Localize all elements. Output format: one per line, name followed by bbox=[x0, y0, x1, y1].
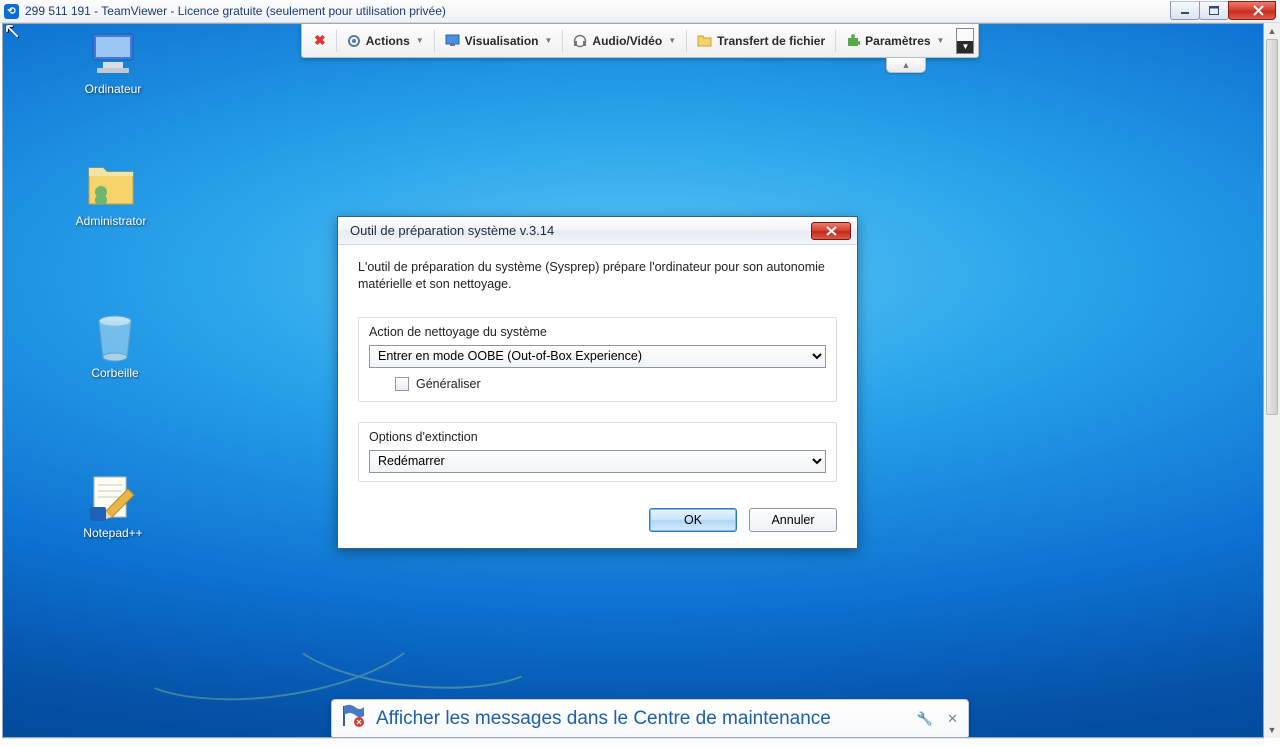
action-center-notification[interactable]: Afficher les messages dans le Centre de … bbox=[331, 699, 969, 738]
group-cleanup-action: Action de nettoyage du système Entrer en… bbox=[358, 317, 837, 402]
window-title: 299 511 191 - TeamViewer - Licence gratu… bbox=[25, 4, 446, 18]
cursor-icon: ↖ bbox=[3, 23, 21, 44]
generalize-checkbox[interactable] bbox=[395, 377, 409, 391]
group-cleanup-legend: Action de nettoyage du système bbox=[365, 325, 551, 339]
desktop-icon-label: Corbeille bbox=[65, 366, 165, 380]
recycle-bin-icon bbox=[89, 314, 141, 362]
outer-vertical-scrollbar[interactable]: ▲ ▼ bbox=[1264, 23, 1280, 738]
teamviewer-icon: ⟲ bbox=[4, 4, 19, 19]
toolbar-actions-label: Actions bbox=[366, 34, 410, 48]
shutdown-options-select[interactable]: Redémarrer bbox=[369, 450, 826, 473]
desktop-icon-corbeille[interactable]: Corbeille bbox=[65, 314, 165, 380]
toolbar-transfert[interactable]: Transfert de fichier bbox=[689, 30, 833, 52]
puzzle-icon bbox=[846, 34, 860, 48]
cancel-button[interactable]: Annuler bbox=[749, 508, 837, 532]
desktop-icon-notepadpp[interactable]: Notepad++ bbox=[63, 474, 163, 540]
wrench-icon[interactable]: 🔧 bbox=[915, 709, 935, 729]
scroll-thumb[interactable] bbox=[1266, 39, 1278, 415]
desktop-icon-label: Ordinateur bbox=[63, 82, 163, 96]
folder-icon bbox=[697, 34, 712, 47]
toolbar-transfert-label: Transfert de fichier bbox=[717, 34, 825, 48]
teamviewer-toolbar: ✖ Actions ▼ Visualisation ▼ Audio/Vidéo ▼ T… bbox=[301, 24, 979, 58]
session-close-button[interactable]: ✖ bbox=[306, 28, 334, 53]
headset-icon bbox=[573, 34, 587, 48]
maximize-button[interactable] bbox=[1199, 1, 1229, 20]
dialog-titlebar: Outil de préparation système v.3.14 bbox=[338, 217, 857, 245]
toolbar-audio-video-label: Audio/Vidéo bbox=[592, 34, 662, 48]
group-shutdown-options: Options d'extinction Redémarrer bbox=[358, 422, 837, 482]
desktop-icon-ordinateur[interactable]: Ordinateur bbox=[63, 30, 163, 96]
toolbar-more-button[interactable]: ▼ bbox=[956, 28, 974, 54]
generalize-label: Généraliser bbox=[416, 377, 481, 391]
desktop-icon-administrator[interactable]: Administrator bbox=[61, 162, 161, 228]
chevron-down-icon: ▼ bbox=[416, 36, 424, 45]
dialog-close-button[interactable] bbox=[811, 222, 851, 240]
outer-bottom-bar bbox=[2, 738, 1264, 747]
notification-message: Afficher les messages dans le Centre de … bbox=[376, 708, 905, 730]
monitor-icon bbox=[445, 34, 460, 47]
flag-icon bbox=[340, 703, 366, 735]
notepadpp-icon bbox=[87, 474, 139, 522]
ok-button[interactable]: OK bbox=[649, 508, 737, 532]
sysprep-dialog: Outil de préparation système v.3.14 L'ou… bbox=[337, 216, 858, 549]
toolbar-parametres[interactable]: Paramètres ▼ bbox=[838, 30, 952, 52]
group-shutdown-legend: Options d'extinction bbox=[365, 430, 482, 444]
close-button[interactable] bbox=[1228, 1, 1276, 20]
remote-desktop-viewport: ↖ Ordinateur Administrator Corbeille Not… bbox=[2, 23, 1264, 738]
window-controls bbox=[1171, 1, 1276, 20]
toolbar-parametres-label: Paramètres bbox=[865, 34, 930, 48]
toolbar-collapse-handle[interactable]: ▲ bbox=[886, 58, 926, 73]
scroll-down-arrow[interactable]: ▼ bbox=[1264, 722, 1280, 738]
scroll-up-arrow[interactable]: ▲ bbox=[1264, 23, 1280, 39]
minimize-button[interactable] bbox=[1170, 1, 1200, 20]
dialog-description: L'outil de préparation du système (Syspr… bbox=[358, 259, 837, 293]
chevron-down-icon: ▼ bbox=[668, 36, 676, 45]
computer-icon bbox=[87, 30, 139, 78]
toolbar-audio-video[interactable]: Audio/Vidéo ▼ bbox=[565, 30, 684, 52]
desktop-icon-label: Notepad++ bbox=[63, 526, 163, 540]
cleanup-action-select[interactable]: Entrer en mode OOBE (Out-of-Box Experien… bbox=[369, 345, 826, 368]
app-titlebar: ⟲ 299 511 191 - TeamViewer - Licence gra… bbox=[0, 0, 1280, 23]
close-icon bbox=[826, 226, 837, 236]
scroll-track[interactable] bbox=[1264, 39, 1280, 722]
chevron-down-icon: ▼ bbox=[544, 36, 552, 45]
toolbar-actions[interactable]: Actions ▼ bbox=[339, 30, 432, 52]
dialog-title-text: Outil de préparation système v.3.14 bbox=[350, 223, 554, 238]
notification-close-icon[interactable]: ✕ bbox=[945, 709, 960, 729]
toolbar-visualisation[interactable]: Visualisation ▼ bbox=[437, 30, 561, 52]
folder-user-icon bbox=[85, 162, 137, 210]
gear-icon bbox=[347, 34, 361, 48]
chevron-down-icon: ▼ bbox=[937, 36, 945, 45]
toolbar-visualisation-label: Visualisation bbox=[465, 34, 539, 48]
desktop-icon-label: Administrator bbox=[61, 214, 161, 228]
wallpaper-decoration bbox=[123, 577, 643, 697]
